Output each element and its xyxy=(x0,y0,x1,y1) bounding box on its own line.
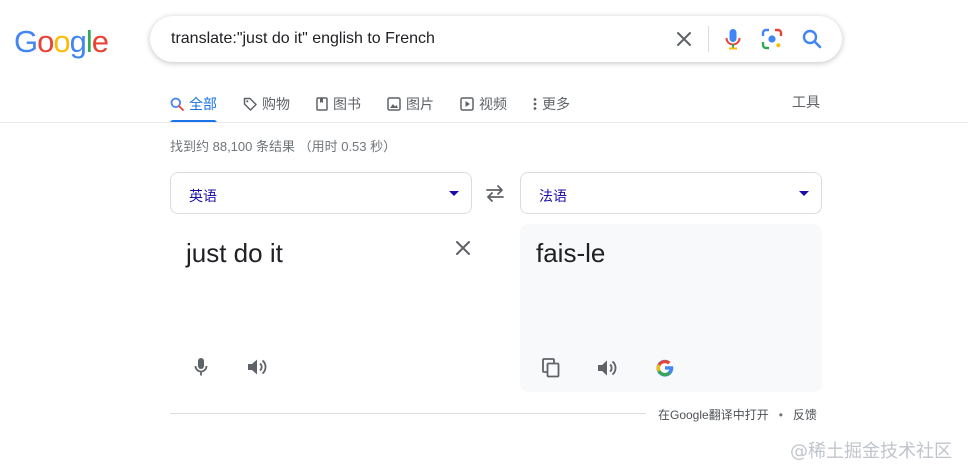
logo-letter: e xyxy=(91,24,109,59)
search-box[interactable]: translate:"just do it" english to French xyxy=(150,16,842,62)
google-logo[interactable]: Google xyxy=(14,24,109,60)
source-panel: just do it xyxy=(170,224,472,392)
search-input[interactable]: translate:"just do it" english to French xyxy=(171,30,435,48)
lens-icon[interactable] xyxy=(760,27,784,51)
image-icon xyxy=(387,97,401,111)
target-language-select[interactable]: 法语 xyxy=(520,172,822,214)
tabs-divider xyxy=(0,122,968,123)
source-language-select[interactable]: 英语 xyxy=(170,172,472,214)
speaker-icon[interactable] xyxy=(245,355,269,379)
logo-letter: o xyxy=(53,24,70,59)
swap-languages-icon[interactable] xyxy=(484,184,506,202)
tab-label: 全部 xyxy=(189,96,217,112)
more-vert-icon xyxy=(533,98,537,110)
logo-letter: G xyxy=(14,24,38,59)
clear-source-icon[interactable] xyxy=(453,238,473,258)
clear-search-icon[interactable] xyxy=(672,27,696,51)
tab-label: 图片 xyxy=(406,96,434,112)
open-in-translate-link[interactable]: 在Google翻译中打开 xyxy=(658,406,769,423)
logo-letter: g xyxy=(69,24,87,59)
target-panel: fais-le xyxy=(520,224,822,392)
tab-videos[interactable]: 视频 xyxy=(460,86,507,122)
tab-label: 图书 xyxy=(333,96,361,112)
source-text-input[interactable]: just do it xyxy=(186,238,283,269)
tab-label: 视频 xyxy=(479,96,507,112)
microphone-icon[interactable] xyxy=(189,355,213,379)
google-g-icon[interactable] xyxy=(653,356,677,380)
chevron-down-icon xyxy=(799,191,809,196)
search-icon xyxy=(170,97,184,111)
search-submit-icon[interactable] xyxy=(800,27,824,51)
feedback-link[interactable]: 反馈 xyxy=(793,406,817,423)
source-language-label: 英语 xyxy=(189,188,217,204)
search-divider xyxy=(708,26,709,52)
speaker-icon[interactable] xyxy=(595,356,619,380)
search-tabs: 全部 购物 图书 图片 视频 更多 xyxy=(170,86,596,123)
copy-icon[interactable] xyxy=(539,356,563,380)
tab-label: 更多 xyxy=(542,96,570,112)
tab-all[interactable]: 全部 xyxy=(170,86,217,123)
tab-shopping[interactable]: 购物 xyxy=(243,86,290,122)
chevron-down-icon xyxy=(449,191,459,196)
tab-label: 购物 xyxy=(262,96,290,112)
result-stats: 找到约 88,100 条结果 （用时 0.53 秒） xyxy=(170,139,397,154)
translate-footer: 在Google翻译中打开 • 反馈 xyxy=(658,406,817,423)
target-language-label: 法语 xyxy=(539,188,567,204)
tools-button[interactable]: 工具 xyxy=(792,92,820,112)
tab-images[interactable]: 图片 xyxy=(387,86,434,122)
separator-dot: • xyxy=(778,407,783,422)
tab-books[interactable]: 图书 xyxy=(316,86,361,122)
voice-search-icon[interactable] xyxy=(721,27,745,51)
watermark: @稀土掘金技术社区 xyxy=(790,441,952,462)
tab-more[interactable]: 更多 xyxy=(533,86,570,122)
play-icon xyxy=(460,97,474,111)
logo-letter: o xyxy=(37,24,54,59)
footer-divider xyxy=(170,413,646,414)
tag-icon xyxy=(243,97,257,111)
translated-text: fais-le xyxy=(536,238,606,268)
book-icon xyxy=(316,97,328,111)
